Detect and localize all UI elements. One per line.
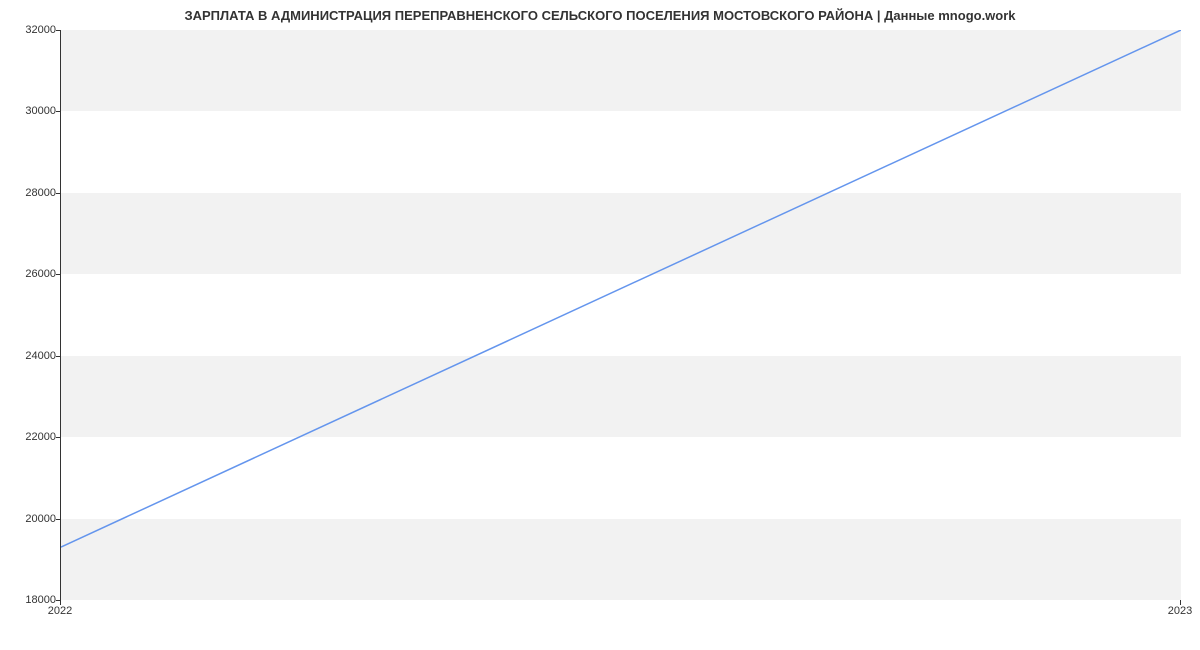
x-tick-label: 2022 (48, 605, 72, 617)
y-tick-label: 30000 (6, 105, 56, 117)
y-tick-label: 28000 (6, 187, 56, 199)
chart-line (61, 30, 1181, 600)
y-tick-label: 20000 (6, 513, 56, 525)
y-tick-label: 24000 (6, 350, 56, 362)
chart-container: 18000 20000 22000 24000 26000 28000 3000… (60, 30, 1180, 600)
x-tick-label: 2023 (1168, 605, 1192, 617)
y-tick-label: 22000 (6, 431, 56, 443)
y-tick-label: 32000 (6, 24, 56, 36)
plot-area (60, 30, 1180, 600)
y-tick-label: 26000 (6, 268, 56, 280)
chart-title: ЗАРПЛАТА В АДМИНИСТРАЦИЯ ПЕРЕПРАВНЕНСКОГ… (0, 0, 1200, 27)
